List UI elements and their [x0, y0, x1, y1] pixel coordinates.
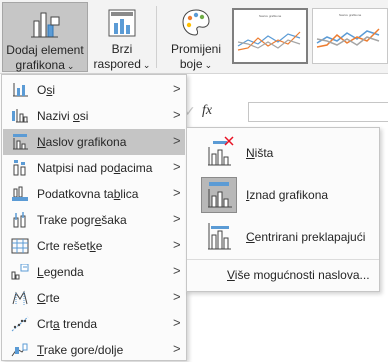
up-down-bars-icon [11, 342, 29, 358]
menu-item-label: Crte rešetke [37, 239, 103, 253]
change-colors-label-1: Promijeni [170, 42, 221, 56]
chevron-right-icon: > [173, 237, 181, 252]
submenu-option-label: Centrirani preklapajući [246, 230, 366, 244]
chevron-right-icon: > [173, 107, 181, 122]
menu-item-label: Osi [37, 83, 56, 97]
chevron-down-icon: ⌄ [204, 60, 213, 70]
data-table-icon [11, 186, 29, 202]
chart-styles-gallery: Naslov grafikona Naslov grafikona [232, 8, 388, 64]
formula-bar: ✓ fx [160, 101, 388, 123]
chevron-right-icon: > [173, 211, 181, 226]
formula-input[interactable] [248, 102, 388, 122]
menu-item-label: Crte [37, 291, 60, 305]
menu-item-gridlines[interactable]: Crte rešetke > [3, 233, 185, 259]
ribbon-separator [156, 6, 157, 68]
menu-item-trendline[interactable]: Crta trenda > [3, 311, 185, 337]
add-chart-element-button[interactable]: Dodaj element grafikona ⌄ [2, 2, 88, 72]
gridlines-icon [11, 238, 29, 254]
submenu-option-none[interactable]: Ništa [193, 133, 375, 173]
add-chart-element-menu: Osi > Nazivi osi > Naslov grafikona > Na… [1, 74, 187, 361]
menu-item-label: Trake pogrešaka [37, 213, 127, 227]
menu-item-error-bars[interactable]: Trake pogrešaka > [3, 207, 185, 233]
chart-style-1-preview [237, 31, 301, 51]
above-chart-icon [201, 177, 237, 213]
submenu-option-centered-overlay[interactable]: Centrirani preklapajući [193, 217, 375, 257]
submenu-divider [187, 259, 379, 260]
menu-item-data-table[interactable]: Podatkovna tablica > [3, 181, 185, 207]
menu-item-legend[interactable]: Legenda > [3, 259, 185, 285]
chevron-right-icon: > [173, 263, 181, 278]
axes-icon [11, 82, 29, 98]
quick-layout-icon [105, 6, 139, 44]
chart-style-1[interactable]: Naslov grafikona [232, 8, 308, 64]
chevron-right-icon: > [173, 315, 181, 330]
insert-function-button[interactable]: fx [202, 103, 212, 119]
change-colors-button[interactable]: Promijeni boje ⌄ [160, 2, 232, 72]
chevron-down-icon: ⌄ [66, 61, 75, 71]
menu-item-label: Crta trenda [37, 317, 98, 331]
menu-item-label: Legenda [37, 265, 84, 279]
submenu-option-label: Ništa [246, 146, 274, 160]
menu-item-lines[interactable]: Crte > [3, 285, 185, 311]
chart-title-submenu: Ništa Iznad grafikona Centrirani preklap… [186, 127, 380, 292]
quick-layout-label-1: Brzi [111, 42, 133, 56]
chevron-right-icon: > [173, 133, 181, 148]
menu-item-label: Podatkovna tablica [37, 187, 139, 201]
chevron-right-icon: > [173, 341, 181, 356]
quick-layout-label-2: raspored [93, 57, 141, 71]
change-colors-label-2: boje [179, 57, 203, 71]
chevron-right-icon: > [173, 289, 181, 304]
menu-item-up-down-bars[interactable]: Trake gore/dolje > [3, 337, 185, 362]
trendline-icon [11, 316, 29, 332]
chevron-right-icon: > [173, 159, 181, 174]
add-chart-element-label-2: grafikona [15, 58, 65, 72]
chart-style-2-preview [316, 28, 380, 48]
chevron-right-icon: > [173, 81, 181, 96]
chevron-right-icon: > [173, 185, 181, 200]
data-labels-icon [11, 160, 29, 176]
more-title-options-link[interactable]: Više mogućnosti naslova... [227, 268, 370, 282]
palette-icon [179, 6, 213, 44]
lines-icon [11, 290, 29, 306]
centered-overlay-icon [201, 219, 237, 255]
menu-item-label: Nazivi osi [37, 109, 89, 123]
legend-icon [11, 263, 29, 280]
add-chart-element-label-1: Dodaj element [6, 43, 84, 57]
menu-item-chart-title[interactable]: Naslov grafikona > [3, 129, 185, 155]
submenu-option-label: Iznad grafikona [246, 188, 329, 202]
ribbon: Dodaj element grafikona ⌄ Brzi raspored ⌄ [0, 0, 388, 74]
chart-style-2[interactable]: Naslov grafikona [312, 8, 388, 64]
submenu-option-above-chart[interactable]: Iznad grafikona [193, 175, 375, 215]
menu-item-axes[interactable]: Osi > [3, 77, 185, 103]
menu-item-label: Naslov grafikona [37, 135, 127, 149]
chevron-down-icon: ⌄ [142, 60, 151, 70]
chart-title-icon [11, 134, 29, 150]
menu-item-data-labels[interactable]: Natpisi nad podacima > [3, 155, 185, 181]
error-bars-icon [11, 212, 29, 228]
menu-item-label: Trake gore/dolje [37, 343, 124, 357]
menu-item-label: Natpisi nad podacima [37, 161, 153, 175]
axis-titles-icon [11, 108, 29, 124]
add-chart-element-icon [28, 7, 62, 45]
menu-item-axis-titles[interactable]: Nazivi osi > [3, 103, 185, 129]
no-title-icon [201, 135, 237, 171]
quick-layout-button[interactable]: Brzi raspored ⌄ [90, 2, 154, 72]
